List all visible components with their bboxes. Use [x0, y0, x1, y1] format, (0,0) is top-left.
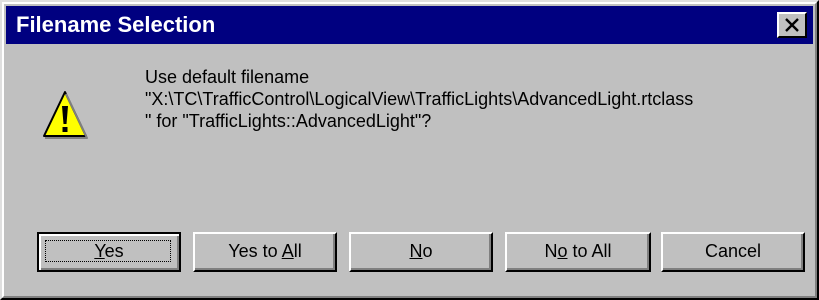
message-text: Use default filename "X:\TC\TrafficContr… — [145, 66, 810, 132]
title-bar[interactable]: Filename Selection — [6, 6, 813, 44]
yes-to-all-button[interactable]: Yes to All — [193, 232, 337, 272]
cancel-button[interactable]: Cancel — [661, 232, 805, 272]
filename-selection-dialog: Filename Selection Use default filename … — [0, 0, 819, 300]
no-to-all-button-label: No to All — [544, 241, 612, 261]
no-button-label: No — [409, 241, 433, 261]
message-line: Use default filename — [145, 67, 310, 87]
no-button[interactable]: No — [349, 232, 493, 272]
message-line-question: " for "TrafficLights::AdvancedLight"? — [145, 111, 432, 131]
yes-to-all-button-label: Yes to All — [228, 241, 302, 261]
yes-button-label: Yes — [94, 241, 124, 261]
yes-button[interactable]: Yes — [37, 232, 181, 272]
close-icon — [785, 18, 799, 32]
close-button[interactable] — [777, 12, 807, 38]
no-to-all-button[interactable]: No to All — [505, 232, 651, 272]
cancel-button-label: Cancel — [704, 241, 762, 261]
message-line-path: "X:\TC\TrafficControl\LogicalView\Traffi… — [145, 89, 694, 109]
window-title: Filename Selection — [16, 12, 216, 37]
warning-icon — [43, 91, 88, 139]
